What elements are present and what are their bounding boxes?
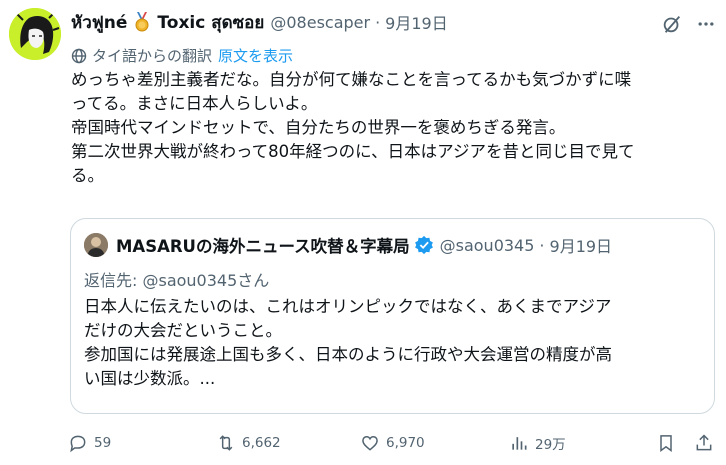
quoted-author-avatar[interactable]: [84, 233, 108, 257]
retweet-count: 6,662: [242, 435, 281, 451]
translation-note: タイ語からの翻訳: [92, 47, 213, 65]
reply-icon: [70, 435, 86, 453]
quoted-text-line: 参加国には発展途上国も多く、日本のように行政や大会運営の精度が高: [84, 345, 612, 364]
heart-icon: [362, 435, 378, 451]
tweet-header: หัวฟูné Toxic สุดซอย @08escaper · 9月19日: [71, 10, 448, 34]
retweet-button[interactable]: 6,662: [216, 430, 281, 456]
separator-dot: ·: [375, 12, 381, 32]
like-button[interactable]: 6,970: [360, 430, 425, 456]
show-original-link[interactable]: 原文を表示: [218, 45, 293, 66]
author-name-2[interactable]: Toxic สุดซอย: [157, 9, 264, 36]
tweet-text: めっちゃ差別主義者だな。自分が何て嫌なことを言ってるかも気づかずに喋 ってる。ま…: [71, 68, 719, 188]
tweet-text-line: 第二次世界大戦が終わって80年経つのに、日本はアジアを昔と同じ目で見て: [71, 142, 635, 161]
action-bar: 59 6,662 6,970 29万: [68, 430, 718, 456]
bookmark-icon: [660, 435, 672, 452]
reply-count: 59: [94, 435, 112, 451]
tweet-text-line: めっちゃ差別主義者だな。自分が何て嫌なことを言ってるかも気づかずに喋: [71, 70, 632, 89]
verified-badge-icon: [414, 235, 434, 255]
tweet-text-line: 帝国時代マインドセットで、自分たちの世界一を褒めちぎる発言。: [71, 118, 566, 137]
reply-button[interactable]: 59: [68, 430, 111, 456]
separator-dot: ·: [539, 235, 545, 255]
quoted-author-name[interactable]: MASARUの海外ニュース吹替＆字幕局: [116, 233, 410, 257]
tweet-text-line: る。: [71, 166, 104, 185]
quoted-tweet-header: MASARUの海外ニュース吹替＆字幕局 @saou0345 · 9月19日: [84, 233, 612, 257]
author-avatar[interactable]: [9, 8, 61, 60]
tweet-text-line: ってる。まさに日本人らしいよ。: [71, 94, 318, 113]
quoted-author-handle[interactable]: @saou0345: [440, 236, 535, 255]
views-button[interactable]: 29万: [509, 430, 566, 456]
tweet-date[interactable]: 9月19日: [385, 10, 448, 34]
quoted-tweet-text: 日本人に伝えたいのは、これはオリンピックではなく、あくまでアジア だけの大会だと…: [84, 295, 704, 391]
author-handle[interactable]: @08escaper: [270, 13, 370, 32]
quoted-tweet-card[interactable]: MASARUの海外ニュース吹替＆字幕局 @saou0345 · 9月19日 返信…: [70, 218, 715, 414]
globe-icon: [71, 48, 87, 64]
like-count: 6,970: [386, 435, 425, 451]
views-count: 29万: [535, 437, 566, 453]
views-icon: [512, 437, 527, 450]
retweet-icon: [219, 435, 233, 451]
share-icon: [696, 434, 712, 451]
quoted-text-line: 日本人に伝えたいのは、これはオリンピックではなく、あくまでアジア: [84, 297, 612, 316]
more-icon[interactable]: [694, 12, 718, 36]
share-button[interactable]: [694, 430, 720, 456]
quoted-text-line: だけの大会だということ。: [84, 321, 282, 340]
grok-icon[interactable]: [660, 12, 684, 36]
quoted-tweet-date[interactable]: 9月19日: [550, 233, 613, 257]
quoted-text-line: い国は少数派。...: [84, 369, 216, 388]
reply-to-label: 返信先: @saou0345さん: [84, 271, 270, 290]
author-name[interactable]: หัวฟูné: [71, 9, 127, 36]
bookmark-button[interactable]: [656, 430, 682, 456]
translation-row: タイ語からの翻訳 原文を表示: [71, 45, 293, 66]
medal-icon: [133, 12, 151, 32]
